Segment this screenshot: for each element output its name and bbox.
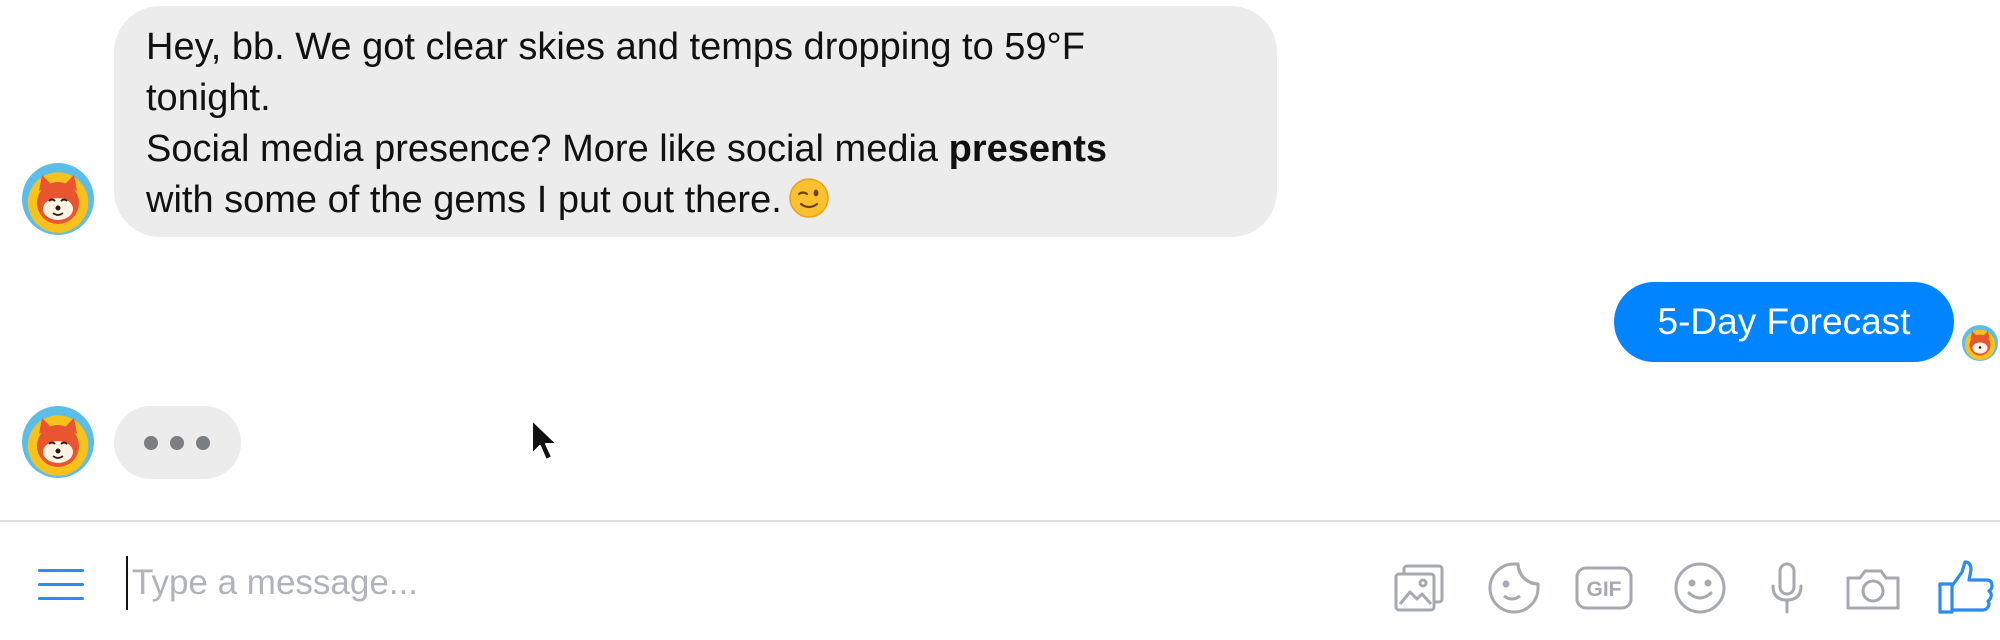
thumbs-up-icon[interactable]	[1936, 558, 1998, 618]
sticker-icon[interactable]	[1484, 558, 1544, 618]
mouse-pointer-icon	[530, 418, 560, 464]
bot-message-segment: Social media presence? More like social …	[146, 128, 949, 170]
fox-mascot-icon	[37, 418, 79, 467]
typing-indicator	[114, 406, 241, 479]
camera-icon[interactable]	[1843, 558, 1903, 618]
bot-message-line: tonight.	[146, 77, 271, 119]
bot-message-segment: with some of the gems I put out there.	[146, 179, 782, 221]
user-message-bubble[interactable]: 5-Day Forecast	[1614, 282, 1954, 362]
typing-dot	[144, 436, 158, 450]
message-composer: GIF	[0, 522, 2000, 640]
fox-mascot-icon	[1969, 331, 1991, 356]
bot-message-text: Hey, bb. We got clear skies and temps dr…	[146, 22, 1286, 226]
gif-icon[interactable]: GIF	[1574, 558, 1634, 618]
typing-dot	[170, 436, 184, 450]
typing-dot	[196, 436, 210, 450]
bot-avatar[interactable]	[22, 406, 94, 478]
fox-mascot-icon	[37, 175, 79, 224]
bot-message-bold-word: presents	[948, 128, 1108, 170]
read-receipt-avatar	[1962, 325, 1998, 361]
bot-message-line: Hey, bb. We got clear skies and temps dr…	[146, 26, 1085, 68]
menu-icon[interactable]	[34, 565, 88, 605]
gif-label: GIF	[1587, 578, 1622, 601]
bot-message-line: Social media presence? More like social …	[146, 124, 1286, 175]
message-input[interactable]	[126, 556, 1332, 610]
bot-message-line: with some of the gems I put out there.	[146, 175, 1286, 226]
image-icon[interactable]	[1390, 558, 1450, 618]
microphone-icon[interactable]	[1757, 558, 1817, 618]
winking-face-emoji-icon	[788, 177, 830, 219]
conversation-pane: Hey, bb. We got clear skies and temps dr…	[0, 0, 2000, 520]
bot-avatar[interactable]	[22, 163, 94, 235]
emoji-icon[interactable]	[1670, 558, 1730, 618]
